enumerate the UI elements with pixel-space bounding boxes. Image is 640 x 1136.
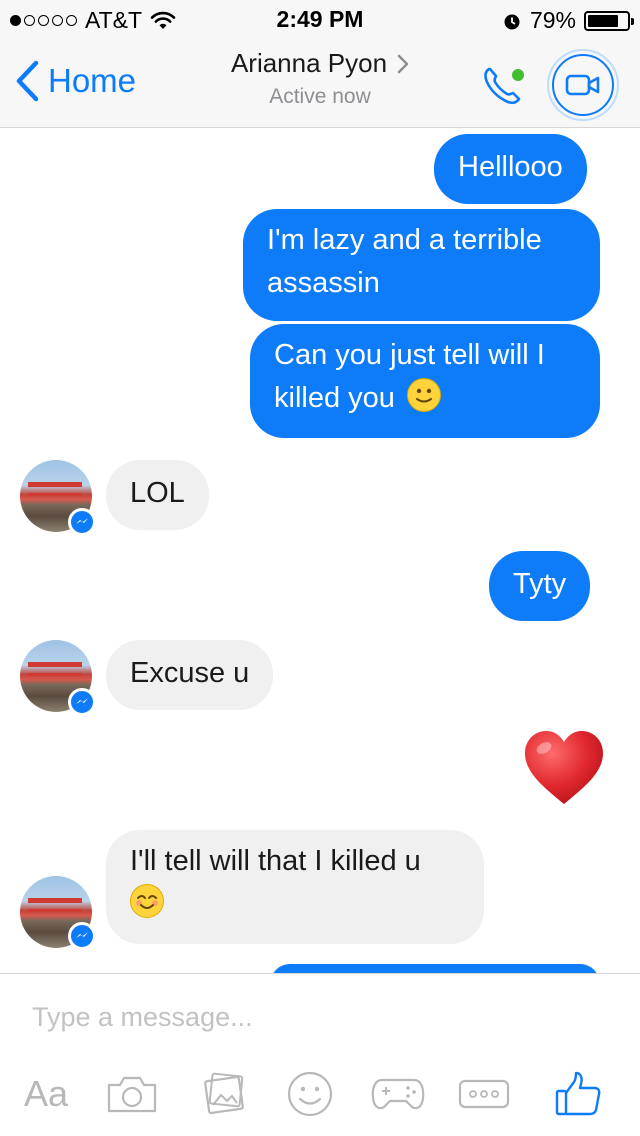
message-text: Helllooo: [458, 151, 563, 183]
battery-fill: [588, 14, 618, 27]
contact-name: Arianna Pyon: [230, 48, 388, 78]
message-bubble-incoming[interactable]: I'll tell will that I killed u: [106, 830, 484, 944]
emoji-icon: [287, 1071, 333, 1117]
back-button[interactable]: Home: [14, 60, 136, 102]
camera-button[interactable]: [104, 1066, 160, 1122]
more-options-button[interactable]: [456, 1066, 512, 1122]
messenger-badge-icon: [68, 508, 96, 536]
battery-icon: [584, 10, 634, 31]
messenger-badge-icon: [68, 688, 96, 716]
status-right: 79%: [502, 7, 634, 34]
message-bubble-outgoing[interactable]: Tyty: [489, 551, 591, 621]
phone-icon: [484, 67, 521, 105]
composer-toolbar: Aa: [0, 1066, 640, 1122]
status-bar: AT&T 2:49 PM 79%: [0, 0, 640, 40]
active-presence-dot: [512, 69, 524, 81]
message-text: LOL: [130, 477, 185, 509]
games-button[interactable]: [368, 1066, 428, 1122]
like-icon: [555, 1071, 601, 1116]
smiling-face-with-smiling-eyes-icon: [130, 884, 164, 918]
message-bubble-outgoing[interactable]: Helllooo: [434, 134, 587, 204]
contact-name-row[interactable]: Arianna Pyon: [231, 48, 409, 79]
message-text: Tyty: [513, 568, 567, 600]
video-call-ring: [552, 54, 614, 116]
photo-gallery-icon: [204, 1072, 244, 1115]
message-text-line: killed you: [274, 377, 576, 420]
message-composer: Aa: [0, 973, 640, 1136]
message-bubble-incoming[interactable]: Excuse u: [106, 640, 274, 710]
message-text-line: [130, 883, 460, 926]
message-text-line: assassin: [267, 267, 380, 299]
more-icon: [458, 1079, 510, 1109]
video-camera-icon: [565, 74, 600, 96]
message-text-line: I'll tell will that I killed u: [130, 845, 421, 877]
chevron-left-icon: [16, 60, 39, 102]
message-bubble-incoming[interactable]: LOL: [106, 460, 209, 530]
message-text: Excuse u: [130, 657, 250, 689]
message-bubble-outgoing[interactable]: Can you just tell will I killed you: [250, 324, 600, 438]
message-text: killed you: [274, 382, 395, 414]
voice-call-button[interactable]: [480, 62, 532, 108]
conversation-header: Home Arianna Pyon Active now: [0, 40, 640, 128]
video-call-button[interactable]: [547, 49, 619, 121]
like-button[interactable]: [552, 1066, 604, 1122]
text-format-button[interactable]: Aa: [18, 1066, 74, 1122]
message-input[interactable]: [32, 1002, 592, 1033]
message-bubble-outgoing[interactable]: I'm lazy and a terrible assassin: [243, 209, 600, 321]
slightly-smiling-face-icon: [406, 378, 441, 412]
games-icon: [371, 1078, 425, 1110]
message-text-line: Can you just tell will I: [274, 339, 545, 371]
photo-gallery-button[interactable]: [196, 1066, 252, 1122]
chevron-right-icon: [397, 54, 409, 73]
red-heart-icon[interactable]: [522, 728, 606, 808]
message-text-line: I'm lazy and a terrible: [267, 224, 542, 256]
camera-icon: [107, 1076, 157, 1113]
alarm-icon: [504, 14, 520, 29]
contact-status: Active now: [269, 85, 371, 108]
messenger-badge-icon: [68, 922, 96, 950]
contact-title[interactable]: Arianna Pyon Active now: [180, 48, 460, 109]
back-label: Home: [48, 62, 137, 99]
battery-percent: 79%: [529, 7, 576, 33]
emoji-button[interactable]: [282, 1066, 338, 1122]
